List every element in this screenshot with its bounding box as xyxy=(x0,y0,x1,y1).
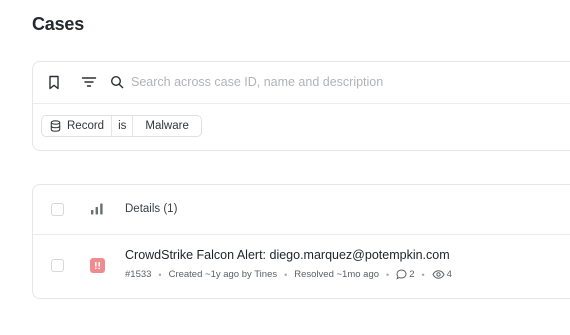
search-panel: Record is Malware xyxy=(32,61,570,151)
separator-dot: • xyxy=(284,269,288,280)
table-header: Details (1) xyxy=(33,185,570,235)
case-id: #1533 xyxy=(125,269,152,280)
case-title[interactable]: CrowdStrike Falcon Alert: diego.marquez@… xyxy=(125,248,450,262)
filter-value[interactable]: Malware xyxy=(133,116,200,136)
select-all-checkbox[interactable] xyxy=(51,203,64,216)
cases-page: Cases Search across case ID, name and de… xyxy=(0,0,570,335)
comment-count-value: 2 xyxy=(409,269,415,280)
comment-icon xyxy=(396,269,407,280)
cases-table: Details (1) CrowdStrike Falcon Alert: di… xyxy=(32,184,570,299)
eye-icon xyxy=(432,270,445,279)
database-icon xyxy=(50,120,61,132)
filter-row: Record is Malware xyxy=(41,115,202,139)
separator-dot: • xyxy=(421,269,425,280)
exclamation-icon xyxy=(95,262,100,270)
search-input[interactable] xyxy=(131,72,561,92)
filter-lines-icon[interactable] xyxy=(80,73,98,91)
watcher-count: 4 xyxy=(432,269,452,280)
filter-operator[interactable]: is xyxy=(112,116,134,136)
priority-badge xyxy=(90,258,105,273)
search-row xyxy=(33,62,570,104)
case-created: Created ~1y ago by Tines xyxy=(168,269,278,280)
row-checkbox[interactable] xyxy=(51,259,64,272)
page-title: Cases xyxy=(32,14,85,34)
separator-dot: • xyxy=(158,269,162,280)
case-meta: #1533 • Created ~1y ago by Tines • Resol… xyxy=(125,269,452,280)
watcher-count-value: 4 xyxy=(446,269,452,280)
bookmark-icon[interactable] xyxy=(45,73,63,91)
filter-chip[interactable]: Record is Malware xyxy=(41,115,202,137)
search-icon xyxy=(108,73,126,91)
bar-chart-icon[interactable] xyxy=(90,202,104,220)
filter-field-label: Record xyxy=(67,120,105,132)
filter-field[interactable]: Record xyxy=(42,116,113,136)
details-header[interactable]: Details (1) xyxy=(125,203,177,215)
separator-dot: • xyxy=(386,269,390,280)
comment-count: 2 xyxy=(396,269,414,280)
case-resolved: Resolved ~1mo ago xyxy=(294,269,380,280)
table-row[interactable]: CrowdStrike Falcon Alert: diego.marquez@… xyxy=(33,234,570,298)
